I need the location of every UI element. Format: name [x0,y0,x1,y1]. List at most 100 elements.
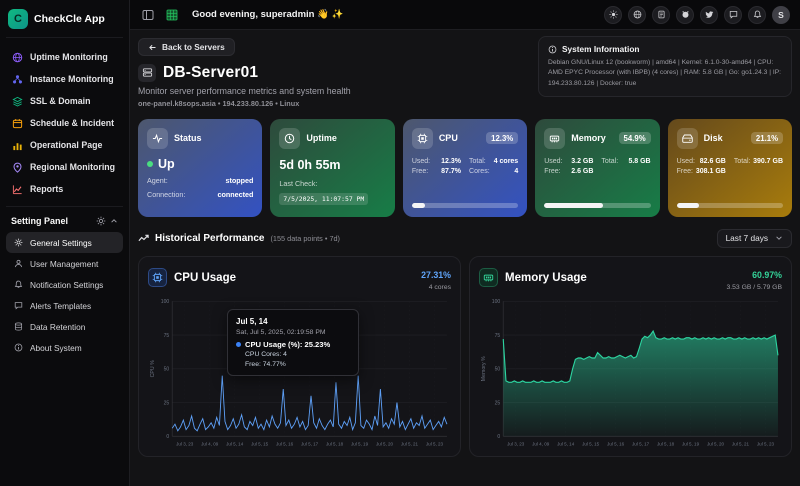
status-up-dot [147,161,153,167]
sidebar-item-data-retention[interactable]: Data Retention [6,316,123,337]
top-bar: Good evening, superadmin 👋 ✨ [130,0,800,30]
memory-usage-chart-card: Memory Usage 60.97% 3.53 GB / 5.79 GB 02… [469,256,792,457]
cores-value: 4 [514,168,518,175]
svg-text:Jul 5, 18: Jul 5, 18 [657,441,675,446]
sidebar-item-label: Reports [30,184,63,194]
connection-value: connected [217,190,253,199]
sidebar-item-reports[interactable]: Reports [6,178,123,200]
svg-text:Jul 5, 17: Jul 5, 17 [632,441,650,446]
svg-text:Jul 4, 09: Jul 4, 09 [532,441,550,446]
svg-text:Jul 5, 14: Jul 5, 14 [557,441,575,446]
memory-usage-chart[interactable]: 0255075100Jul 3, 23Jul 4, 09Jul 5, 14Jul… [479,295,782,452]
bell-icon [12,279,24,291]
sidebar-item-label: SSL & Domain [30,96,90,106]
trend-chart-icon [11,183,23,195]
memory-icon [544,128,565,149]
app-name: CheckCle App [34,13,105,25]
language-globe-button[interactable] [628,6,646,24]
sidebar-item-ssl-domain[interactable]: SSL & Domain [6,90,123,112]
sidebar-item-label: Regional Monitoring [30,162,115,172]
sidebar-item-operational-page[interactable]: Operational Page [6,134,123,156]
setting-panel-header[interactable]: Setting Panel [6,213,123,232]
svg-text:25: 25 [495,400,501,406]
user-icon [12,258,24,270]
app-root: C CheckCle App Uptime Monitoring Instanc… [0,0,800,486]
disk-icon [677,128,698,149]
svg-text:Jul 5, 19: Jul 5, 19 [682,441,700,446]
twitter-button[interactable] [700,6,718,24]
gear-icon [12,237,24,249]
cpu-current-sub: 4 cores [421,284,451,291]
sidebar-item-user-management[interactable]: User Management [6,253,123,274]
historical-performance-row: Historical Performance (155 data points … [138,229,792,248]
sidebar-item-label: Instance Monitoring [30,74,114,84]
status-value: Up [158,157,175,171]
agent-value: stopped [225,176,253,185]
changelog-button[interactable] [652,6,670,24]
app-logo-row[interactable]: C CheckCle App [6,7,123,38]
chevron-up-icon[interactable] [110,217,118,225]
cores-label: Cores: [469,168,490,175]
memory-card: Memory 54.9% Used:3.2 GB Total:5.8 GB Fr… [535,119,659,217]
sidebar-item-regional-monitoring[interactable]: Regional Monitoring [6,156,123,178]
sidebar-item-label: Uptime Monitoring [30,52,108,62]
uptime-value: 5d 0h 55m [279,158,385,172]
svg-text:Memory %: Memory % [481,355,487,380]
cpu-percent-badge: 12.3% [486,132,518,144]
message-icon [12,300,24,312]
activity-icon [147,128,168,149]
server-meta: one-panel.k8sops.asia • 194.233.80.126 •… [138,99,792,108]
user-avatar[interactable]: S [772,6,790,24]
total-value: 5.8 GB [628,158,650,165]
tooltip-free: Free: 74.77% [245,361,350,368]
theme-toggle-button[interactable] [604,6,622,24]
time-range-select[interactable]: Last 7 days [717,229,792,248]
sidebar-item-instance-monitoring[interactable]: Instance Monitoring [6,68,123,90]
svg-text:Jul 5, 21: Jul 5, 21 [401,441,419,446]
sidebar-item-notification-settings[interactable]: Notification Settings [6,274,123,295]
sidebar-item-schedule-incident[interactable]: Schedule & Incident [6,112,123,134]
info-icon [548,45,557,54]
table-view-icon[interactable] [164,7,180,23]
sidebar-item-alerts-templates[interactable]: Alerts Templates [6,295,123,316]
github-button[interactable] [676,6,694,24]
status-card: Status Up Agent:stopped Connection:conne… [138,119,262,217]
feedback-button[interactable] [724,6,742,24]
tooltip-main-value: CPU Usage (%): 25.23% [245,340,330,349]
server-icon [138,64,156,82]
historical-title: Historical Performance [155,233,265,244]
disk-percent-badge: 21.1% [751,132,783,144]
disk-card: Disk 21.1% Used:82.6 GB Total:390.7 GB F… [668,119,792,217]
sidebar-item-uptime-monitoring[interactable]: Uptime Monitoring [6,46,123,68]
last-check-label: Last Check: [279,179,385,188]
total-label: Total: [601,158,618,165]
sidebar-item-label: Notification Settings [30,280,103,290]
disk-progress-bar [677,203,783,208]
svg-text:50: 50 [164,366,170,372]
sidebar-item-about-system[interactable]: About System [6,337,123,358]
total-value: 390.7 GB [753,158,783,165]
globe-icon [11,51,23,63]
tooltip-title: Jul 5, 14 [236,317,350,326]
cluster-icon [11,73,23,85]
sidebar-item-label: Schedule & Incident [30,118,114,128]
memory-percent-badge: 54.9% [619,132,651,144]
back-to-servers-button[interactable]: Back to Servers [138,38,235,56]
used-value: 3.2 GB [571,158,593,165]
svg-text:25: 25 [164,400,170,406]
system-information-card: System Information Debian GNU/Linux 12 (… [538,36,792,97]
card-title: Uptime [306,133,337,143]
notifications-bell-button[interactable] [748,6,766,24]
sidebar-toggle-icon[interactable] [140,7,156,23]
svg-text:75: 75 [495,332,501,338]
tooltip-datetime: Sat, Jul 5, 2025, 02:19:58 PM [236,329,350,336]
greeting-text: Good evening, superadmin 👋 ✨ [192,9,343,20]
metric-cards-row: Status Up Agent:stopped Connection:conne… [138,119,792,217]
svg-text:Jul 3, 23: Jul 3, 23 [176,441,194,446]
page-title: DB-Server01 [163,64,258,82]
sidebar-item-general-settings[interactable]: General Settings [6,232,123,253]
agent-label: Agent: [147,176,168,185]
svg-text:Jul 3, 23: Jul 3, 23 [507,441,525,446]
bar-chart-icon [11,139,23,151]
calendar-icon [11,117,23,129]
